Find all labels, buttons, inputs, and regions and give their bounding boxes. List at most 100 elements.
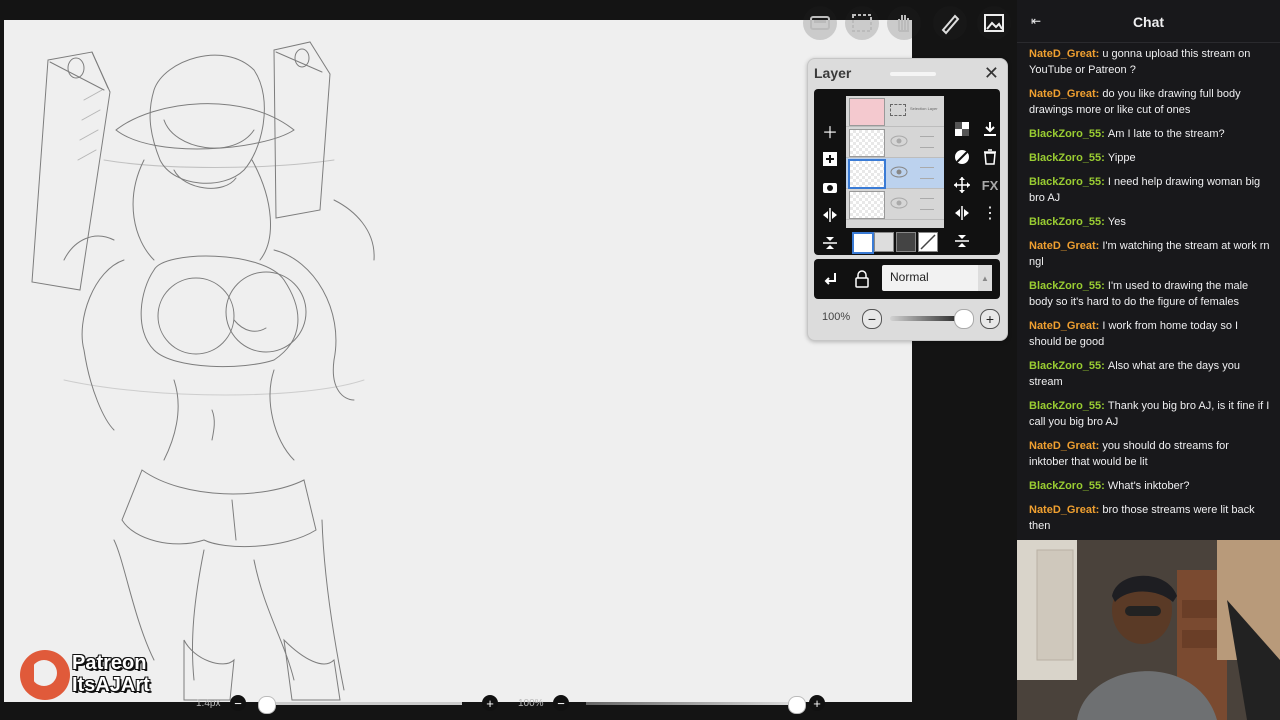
alpha-lock-icon[interactable]: [852, 269, 872, 289]
hand-tool-button[interactable]: [887, 6, 921, 40]
opacity-decrease-button[interactable]: −: [862, 309, 882, 329]
chat-message-text: Yippe: [1107, 152, 1136, 164]
chat-message: NateD_Great: I'm watching the stream at …: [1029, 240, 1270, 268]
drawing-app: Layer ✕ ＋ Selection Layer FX ⋮ Normal ▲ …: [0, 0, 1017, 720]
chat-username[interactable]: BlackZoro_55: [1029, 152, 1101, 164]
chat-username[interactable]: BlackZoro_55: [1029, 280, 1101, 292]
pen-icon: [941, 14, 960, 35]
clipping-icon[interactable]: [820, 269, 840, 289]
layer-row-selected[interactable]: [846, 158, 944, 189]
chat-username[interactable]: NateD_Great: [1029, 88, 1096, 100]
brush-opacity-value: 100%: [518, 698, 544, 709]
brush-size-knob[interactable]: [258, 696, 276, 714]
chat-username[interactable]: NateD_Great: [1029, 440, 1096, 452]
opacity-increase-button[interactable]: +: [980, 309, 1000, 329]
chat-message-text: Yes: [1107, 216, 1126, 228]
chat-username[interactable]: NateD_Great: [1029, 504, 1096, 516]
brush-size-slider[interactable]: [262, 702, 462, 705]
chat-username[interactable]: BlackZoro_55: [1029, 360, 1101, 372]
chat-username[interactable]: BlackZoro_55: [1029, 400, 1101, 412]
chat-message: BlackZoro_55: What's inktober?: [1029, 480, 1190, 492]
chat-message-list: NateD_Great: u gonna upload this stream …: [1029, 46, 1271, 540]
webcam-feed: [1017, 540, 1280, 720]
alpha-lock-circle-icon[interactable]: [952, 147, 972, 167]
brush-size-increase-button[interactable]: +: [482, 695, 498, 711]
chat-message: BlackZoro_55: I need help drawing woman …: [1029, 176, 1261, 204]
bg-none-swatch[interactable]: [918, 232, 938, 252]
layers-icon: [810, 16, 830, 30]
character-sketch: [31, 41, 375, 701]
eye-icon[interactable]: [890, 135, 908, 147]
layer-row[interactable]: [846, 189, 944, 220]
image-icon: [984, 14, 1004, 32]
selection-button[interactable]: [845, 6, 879, 40]
layer-panel-title: Layer: [814, 65, 852, 81]
layer-name: Selection Layer: [910, 106, 938, 111]
opacity-slider[interactable]: [890, 316, 962, 321]
flip-horizontal-icon[interactable]: [820, 205, 840, 225]
layer-thumbnail: [849, 98, 885, 126]
brush-opacity-decrease-button[interactable]: −: [553, 695, 569, 711]
chat-message: NateD_Great: you should do streams for i…: [1029, 440, 1229, 468]
chat-username[interactable]: BlackZoro_55: [1029, 128, 1101, 140]
layer-thumbnail: [848, 159, 886, 189]
selection-icon: [890, 104, 906, 116]
chat-message: NateD_Great: do you like drawing full bo…: [1029, 88, 1241, 116]
more-vertical-icon[interactable]: ⋮: [980, 203, 1000, 223]
pen-tool-button[interactable]: [933, 6, 967, 40]
merge-icon[interactable]: [952, 231, 972, 251]
brush-size-decrease-button[interactable]: −: [230, 695, 246, 711]
chat-message: BlackZoro_55: Thank you big bro AJ, is i…: [1029, 400, 1270, 428]
layer-row[interactable]: [846, 127, 944, 158]
panel-drag-handle[interactable]: [890, 72, 936, 76]
layer-menu-icon[interactable]: [920, 136, 934, 148]
add-layer-icon[interactable]: ＋: [820, 121, 840, 142]
layer-menu-icon[interactable]: [920, 167, 934, 179]
fx-icon[interactable]: FX: [980, 175, 1000, 195]
selection-icon: [852, 14, 872, 32]
bg-checker-swatch[interactable]: [874, 232, 894, 252]
brush-opacity-slider[interactable]: [586, 702, 796, 705]
chat-message: BlackZoro_55: I'm used to drawing the ma…: [1029, 280, 1249, 308]
chat-panel: ⇤ Chat NateD_Great: u gonna upload this …: [1017, 0, 1280, 540]
drawing-canvas[interactable]: [4, 20, 912, 702]
layer-row-selection[interactable]: Selection Layer: [846, 96, 944, 127]
eye-icon[interactable]: [890, 197, 908, 209]
close-icon[interactable]: ✕: [984, 63, 999, 83]
layer-menu-icon[interactable]: [920, 198, 934, 210]
brush-opacity-increase-button[interactable]: +: [809, 695, 825, 711]
move-icon[interactable]: [952, 175, 972, 195]
opacity-slider-knob[interactable]: [954, 309, 974, 329]
bg-dark-swatch[interactable]: [896, 232, 916, 252]
chat-message: BlackZoro_55: Am I late to the stream?: [1029, 128, 1225, 140]
image-button[interactable]: [977, 6, 1011, 40]
brush-opacity-knob[interactable]: [788, 696, 806, 714]
chat-message: BlackZoro_55: Yippe: [1029, 152, 1136, 164]
bg-white-swatch[interactable]: [852, 232, 874, 254]
download-icon[interactable]: [980, 119, 1000, 139]
duplicate-layer-icon[interactable]: [820, 149, 840, 169]
blend-mode-select[interactable]: Normal ▲: [882, 265, 992, 291]
chat-username[interactable]: BlackZoro_55: [1029, 176, 1101, 188]
flip-icon[interactable]: [952, 203, 972, 223]
watermark-line1: Patreon: [72, 652, 147, 674]
checker-icon[interactable]: [952, 119, 972, 139]
chat-username[interactable]: NateD_Great: [1029, 240, 1096, 252]
chat-username[interactable]: BlackZoro_55: [1029, 480, 1101, 492]
watermark-line2: ItsAJArt: [72, 674, 150, 696]
blend-mode-row: Normal ▲: [814, 259, 1000, 299]
webcam-image: [1017, 540, 1280, 720]
chat-username[interactable]: NateD_Great: [1029, 48, 1096, 60]
hand-icon: [898, 15, 909, 32]
trash-icon[interactable]: [980, 147, 1000, 167]
chat-username[interactable]: BlackZoro_55: [1029, 216, 1101, 228]
merge-down-icon[interactable]: [820, 233, 840, 253]
chat-message: NateD_Great: I work from home today so I…: [1029, 320, 1239, 348]
eye-icon[interactable]: [890, 166, 908, 178]
camera-icon[interactable]: [820, 177, 840, 197]
chat-message: NateD_Great: u gonna upload this stream …: [1029, 48, 1251, 76]
chat-username[interactable]: NateD_Great: [1029, 320, 1096, 332]
layers-toggle-button[interactable]: [803, 6, 837, 40]
chat-message-text: What's inktober?: [1107, 480, 1190, 492]
layer-list: Selection Layer: [846, 96, 944, 228]
